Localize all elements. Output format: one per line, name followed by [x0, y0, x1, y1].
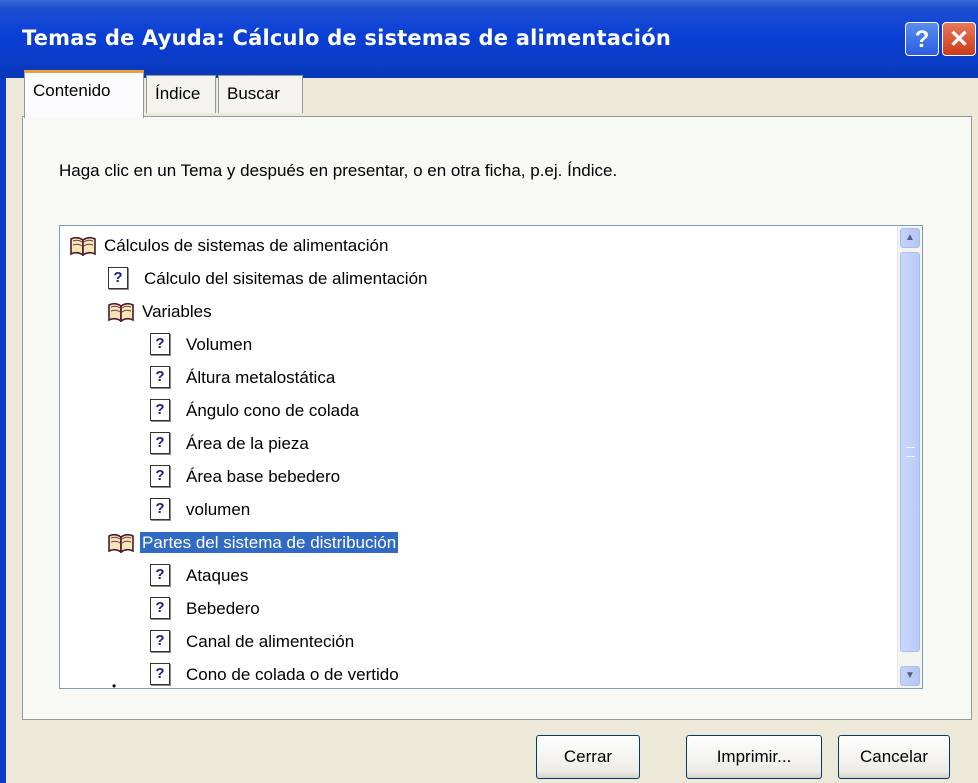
cancelar-button[interactable]: Cancelar [838, 735, 950, 779]
tree-item-label: Áltura metalostática [186, 368, 336, 387]
tree-item-label: Partes del sistema de distribución [140, 532, 399, 553]
tree-item-label: Cálculo del sisitemas de alimentación [144, 269, 428, 288]
instruction-text: Haga clic en un Tema y después en presen… [59, 161, 618, 180]
tree-item-label: Bebedero [186, 599, 260, 618]
tab-contenido[interactable]: Contenido [24, 70, 144, 118]
vertical-scrollbar[interactable]: ▲ ▼ [897, 226, 922, 688]
help-topic-icon: ? [150, 662, 170, 685]
tree-item[interactable]: ? Volumen [150, 329, 254, 361]
grip-icon [906, 447, 915, 457]
cerrar-button[interactable]: Cerrar [536, 735, 640, 779]
tree-item[interactable]: ? Área de la pieza [150, 428, 311, 460]
tree-item[interactable]: ? Área base bebedero [150, 461, 342, 493]
help-topic-icon: ? [150, 365, 170, 388]
tree-item-label: Área de la pieza [186, 434, 309, 453]
tree-item[interactable]: ? Áltura metalostática [150, 362, 337, 394]
help-topic-icon: ? [150, 497, 170, 520]
partial-row-indicator: • [112, 679, 117, 689]
tree-item-label: volumen [186, 500, 251, 519]
tree-item-label: Cálculos de sistemas de alimentación [104, 236, 389, 255]
window-title: Temas de Ayuda: Cálculo de sistemas de a… [22, 26, 671, 50]
help-topic-icon: ? [150, 398, 170, 421]
close-window-button[interactable]: ✕ [942, 22, 976, 56]
close-icon: ✕ [948, 26, 970, 53]
chevron-down-icon: ▼ [905, 670, 915, 681]
tab-indice[interactable]: Índice [146, 75, 216, 113]
tree-item-label: Variables [142, 302, 212, 321]
help-topic-icon: ? [150, 431, 170, 454]
book-icon [108, 301, 134, 323]
tab-buscar[interactable]: Buscar [218, 75, 303, 113]
tree-item[interactable]: ? Canal de alimenteción [150, 626, 356, 658]
imprimir-button[interactable]: Imprimir... [686, 735, 822, 779]
window-frame [0, 78, 6, 783]
book-icon [108, 532, 134, 554]
scroll-down-button[interactable]: ▼ [900, 666, 920, 686]
help-topic-icon: ? [150, 332, 170, 355]
tree-item[interactable]: Variables [108, 296, 214, 328]
tree-item[interactable]: Partes del sistema de distribución [108, 527, 399, 559]
tree-item-label: Volumen [186, 335, 253, 354]
topics-tree[interactable]: Cálculos de sistemas de alimentación? Cál… [59, 225, 923, 689]
help-topic-icon: ? [150, 464, 170, 487]
help-topic-icon: ? [150, 629, 170, 652]
title-bar[interactable]: Temas de Ayuda: Cálculo de sistemas de a… [0, 0, 978, 78]
help-topic-icon: ? [108, 266, 128, 289]
chevron-up-icon: ▲ [905, 232, 915, 243]
tree-item[interactable]: Cálculos de sistemas de alimentación [70, 230, 390, 262]
tree-item-label: Canal de alimenteción [186, 632, 355, 651]
tree-item[interactable]: ? Ángulo cono de colada [150, 395, 361, 427]
tree-item-label: Ángulo cono de colada [186, 401, 359, 420]
tree-item[interactable]: ? Cono de colada o de vertido [150, 659, 401, 688]
tree-item-label: Ataques [186, 566, 249, 585]
question-icon: ? [914, 26, 930, 53]
tree-item[interactable]: ? Bebedero [150, 593, 262, 625]
book-icon [70, 235, 96, 257]
scroll-thumb[interactable] [900, 252, 920, 652]
tree-item-label: Área base bebedero [186, 467, 341, 486]
help-topic-icon: ? [150, 563, 170, 586]
tree-item-label: Cono de colada o de vertido [186, 665, 399, 684]
tree-item[interactable]: ? Cálculo del sisitemas de alimentación [108, 263, 429, 295]
help-topic-icon: ? [150, 596, 170, 619]
help-button[interactable]: ? [905, 22, 939, 56]
tree-item[interactable]: ? volumen [150, 494, 252, 526]
tree-item[interactable]: ? Ataques [150, 560, 250, 592]
scroll-up-button[interactable]: ▲ [900, 228, 920, 248]
tab-panel: Haga clic en un Tema y después en presen… [22, 116, 972, 720]
